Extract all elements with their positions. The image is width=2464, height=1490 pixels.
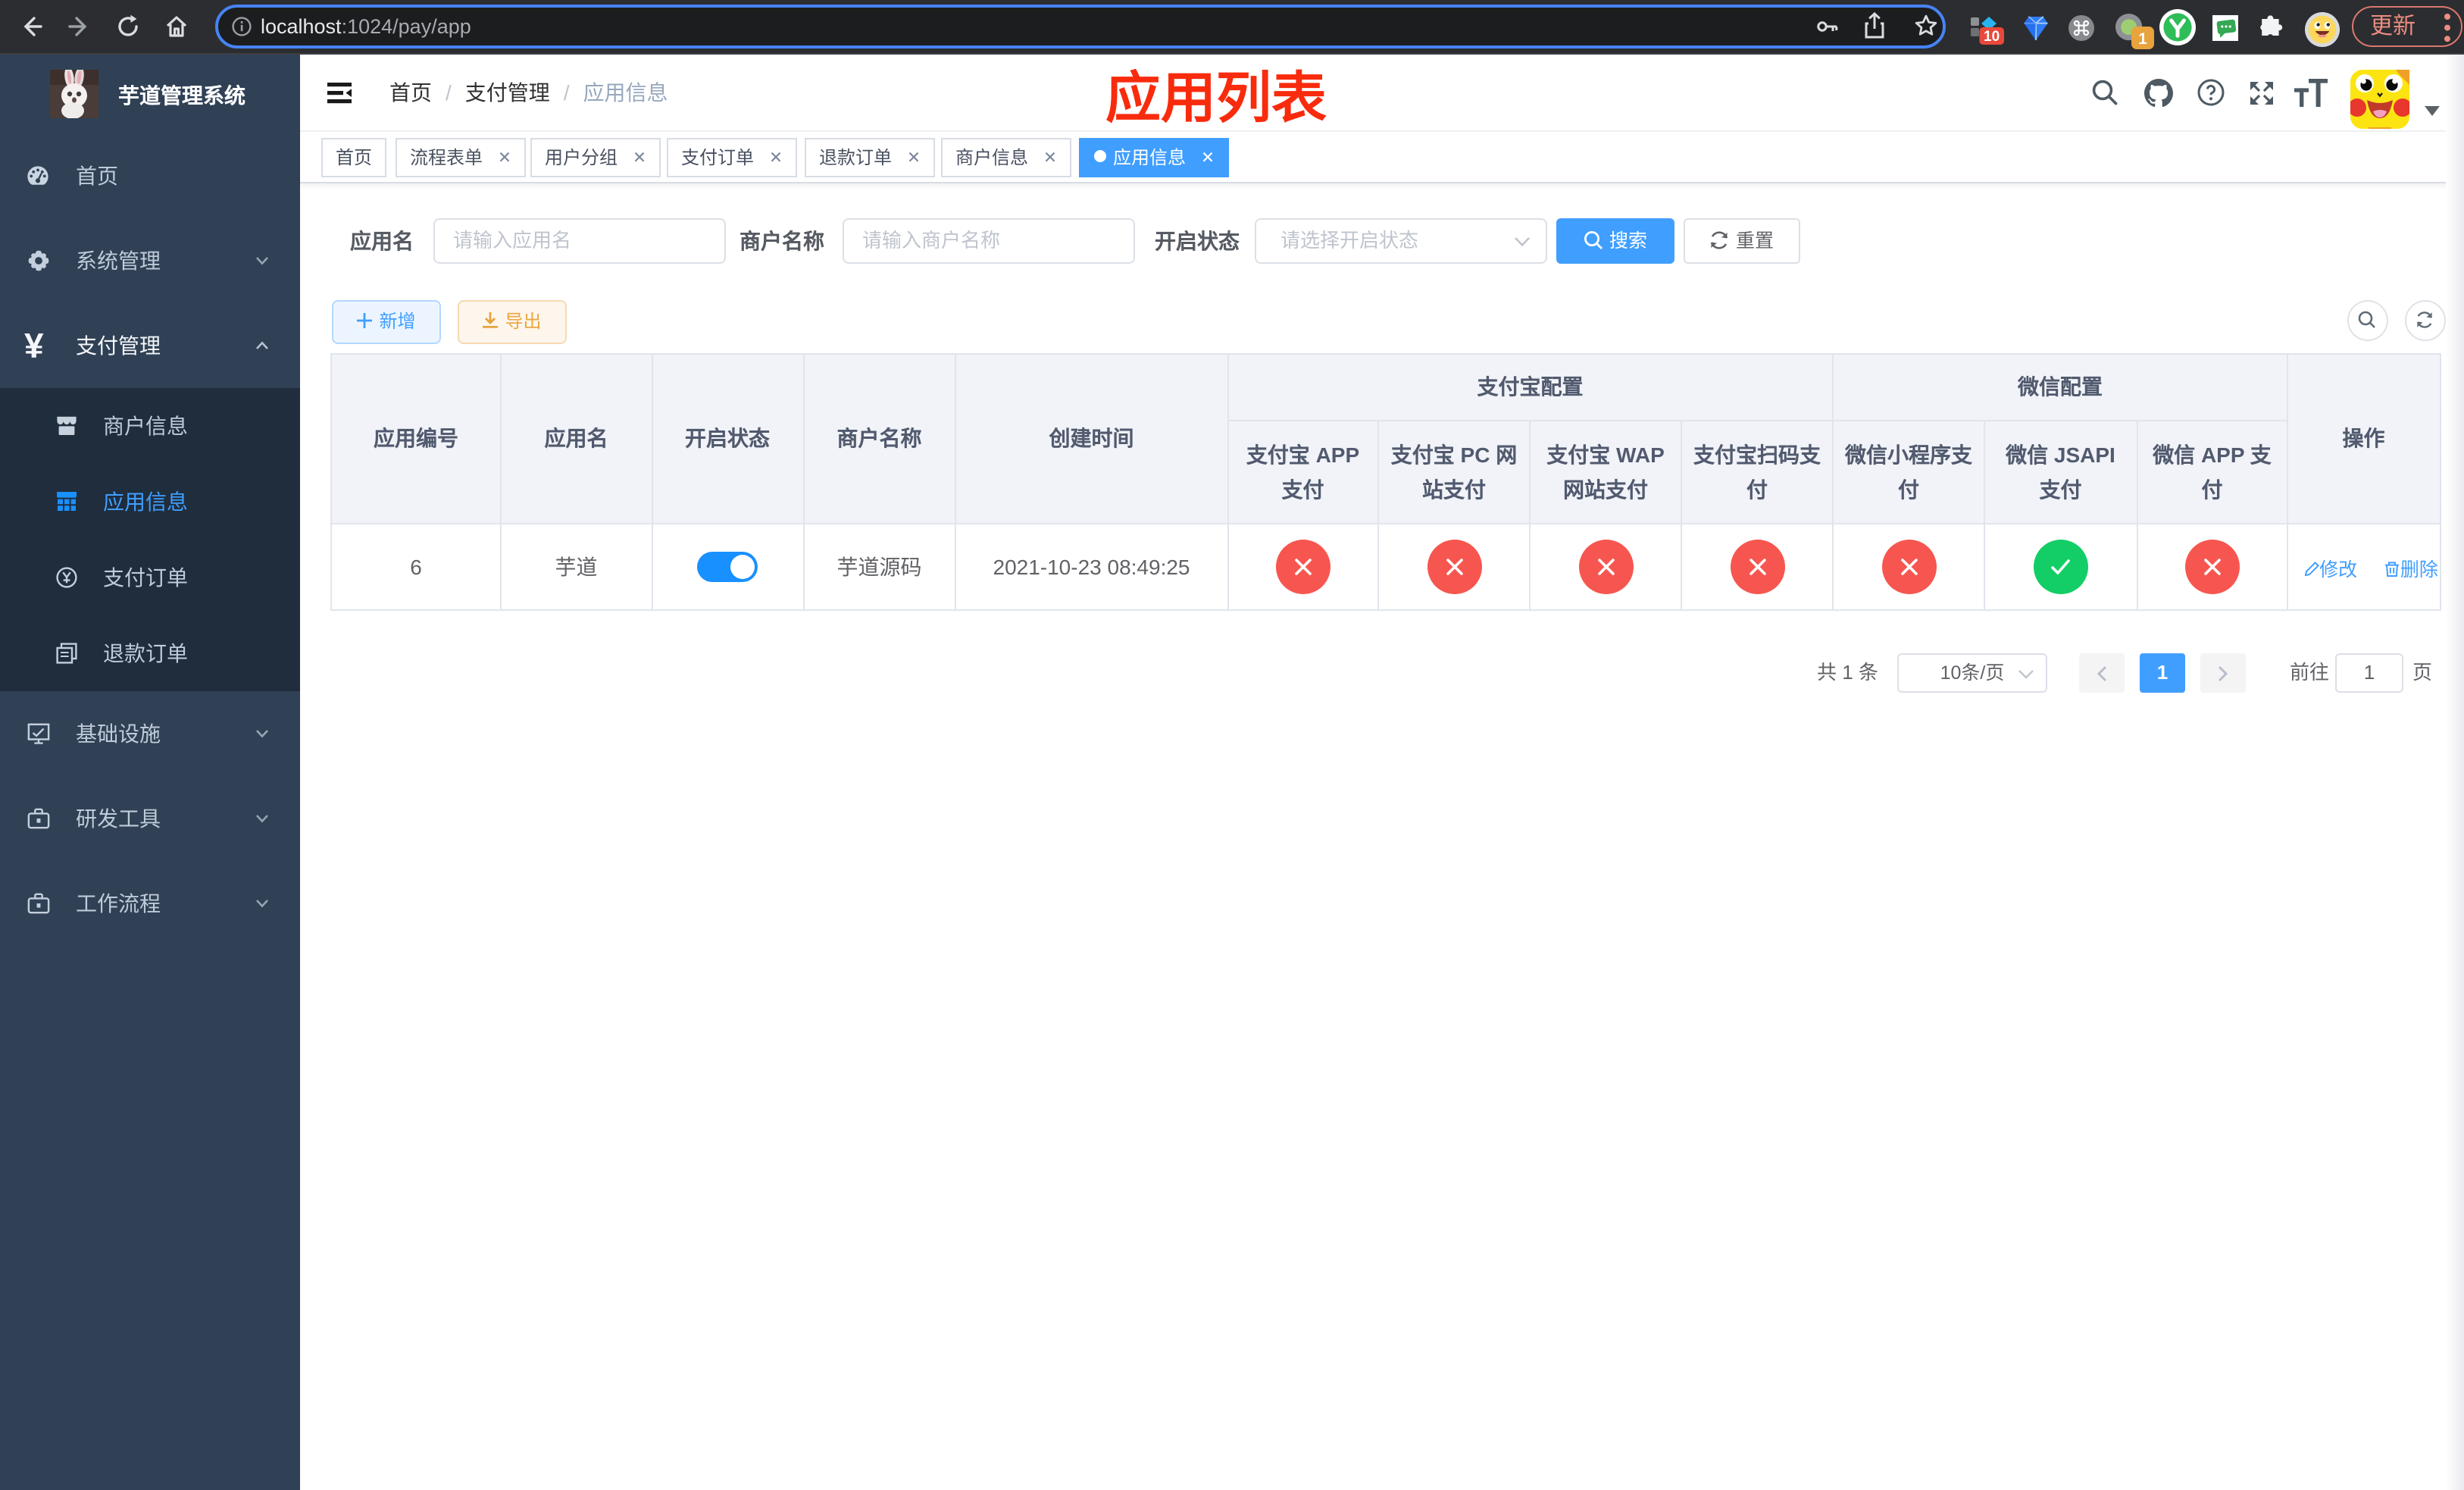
svg-text:10: 10 bbox=[1984, 29, 2000, 45]
svg-text:1: 1 bbox=[2138, 30, 2147, 48]
